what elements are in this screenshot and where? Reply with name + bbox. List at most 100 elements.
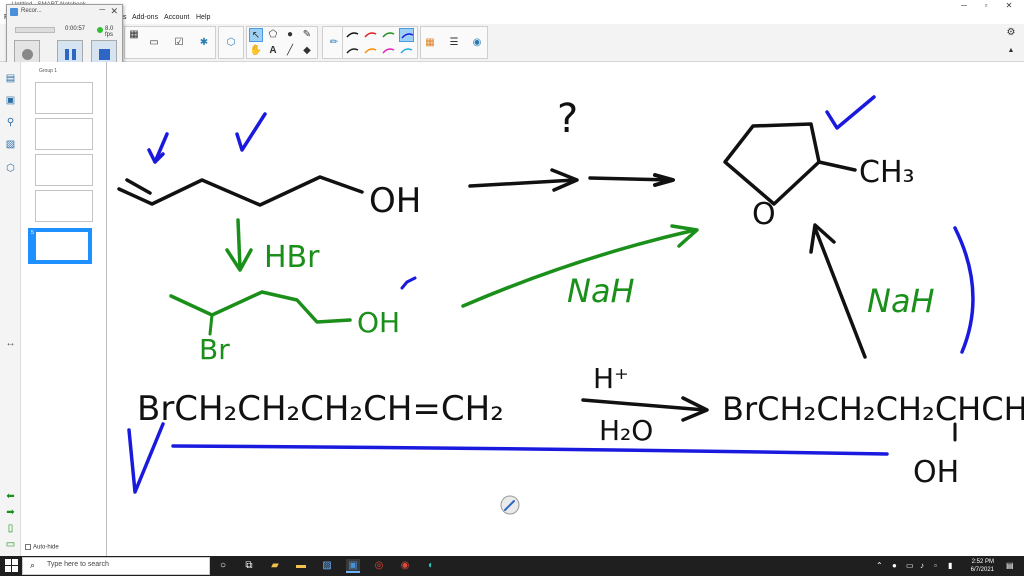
bromo-alcohol-skeletal [169,290,352,324]
task-view-icon[interactable]: ⧉ [242,559,256,573]
recorder-minimize-button[interactable]: ─ [99,5,105,14]
close-button[interactable]: ✕ [999,0,1019,11]
recorder-status-dot [97,27,103,33]
activity-icon[interactable]: ☑ [172,36,186,50]
windows-taskbar: ⌕ Type here to search ○ ⧉ ▰ ▬ ▨ ▣ ◎ ◉ ◐ … [0,556,1024,576]
folder-icon[interactable]: ▬ [294,559,308,573]
page-thumbnail-2[interactable] [35,118,93,150]
pen-orange[interactable] [363,44,378,58]
next-page-icon[interactable]: ➡ [4,506,17,519]
stop-icon [99,49,110,60]
main-toolbar: ▦ ▭ ☑ ✱ ⬡ ↖ ⬠ ● ✎ ✋ A ╱ ◆ ✏ ▦ ☰ ◉ ⚙ ▲ [0,24,1024,62]
menu-tools[interactable]: s [123,12,127,23]
tray-network-icon[interactable]: ▭ [906,561,914,571]
page-sorter-tab-icon[interactable]: ▤ [4,72,17,85]
recorder-volume-bar[interactable] [15,27,55,33]
menu-help[interactable]: Help [196,12,210,23]
title-bar: Untitled - SMART Notebook ─ ▫ ✕ [0,0,1024,11]
line-icon[interactable]: ╱ [283,44,297,58]
chrome-icon[interactable]: ◎ [372,559,386,573]
pen-red[interactable] [363,28,378,42]
pen-dark[interactable] [345,44,360,58]
properties-tab-icon[interactable]: ▧ [4,138,17,151]
page-thumbnail-5[interactable]: 5 [28,228,92,264]
right-bracket-curve [953,226,975,354]
text-icon[interactable]: A [266,44,280,58]
eraser-icon[interactable]: ◆ [300,44,314,58]
fill-effects-icon[interactable]: ◉ [470,36,484,50]
previous-page-icon[interactable]: ⬅ [4,490,17,503]
tray-microphone-icon[interactable]: ● [892,561,897,571]
magic-pen-icon[interactable]: ✎ [300,28,314,42]
pen-magenta[interactable] [381,44,396,58]
toolbar-group-properties: ▦ ☰ ◉ [420,26,488,59]
formula-underline [171,444,889,456]
notifications-icon[interactable]: ▤ [1006,561,1014,571]
tray-battery-icon[interactable]: ▮ [948,561,952,571]
thumbnail-content [38,85,90,111]
pen-green[interactable] [381,28,396,42]
oh-top-label: OH [369,181,421,221]
ring-ch3-label: CH₃ [859,155,915,190]
cortana-icon[interactable]: ○ [216,559,230,573]
attachments-tab-icon[interactable]: ⚲ [4,116,17,129]
taskbar-search-box[interactable]: ⌕ Type here to search [22,557,210,575]
pause-icon [65,49,76,60]
menu-add-ons[interactable]: Add-ons [132,12,158,23]
recorder-close-button[interactable]: ✕ [110,6,118,17]
page-group-label: Group 1 [39,68,58,74]
menu-account[interactable]: Account [164,12,189,23]
add-ons-tab-icon[interactable]: ⬡ [4,162,17,175]
pen-icon[interactable]: ✏ [327,36,341,50]
photos-icon[interactable]: ▨ [320,559,334,573]
hbr-down-arrow [236,218,242,270]
side-tab-rail: ▤ ▣ ⚲ ▧ ⬡ ↔ ⬅ ➡ ▯ ▭ [0,62,21,556]
file-explorer-icon[interactable]: ▰ [268,559,282,573]
whiteboard-drawing[interactable]: OH ? O CH₃ HBr Br OH NaH NaH BrCH₂CH₂CH₂… [107,62,1024,556]
recorder-elapsed-time: 0:00:57 [65,26,86,32]
gallery-tab-icon[interactable]: ▣ [4,94,17,107]
settings-gear-icon[interactable]: ⚙ [1004,26,1018,40]
page-thumbnail-4[interactable] [35,190,93,222]
top-reaction-arrow [468,178,577,188]
page-number: 5 [31,230,34,236]
tray-language-icon[interactable]: ▫ [934,561,937,571]
tray-overflow-icon[interactable]: ⌃ [876,561,883,571]
screen-shade-icon[interactable]: ▭ [147,36,161,50]
math-tools-icon[interactable]: ⬡ [224,36,238,50]
resize-handle-icon[interactable]: ↔ [4,337,17,350]
recorder-fps: 8.0 fps [105,26,114,38]
question-mark: ? [557,96,578,142]
pen-black[interactable] [345,28,360,42]
multi-touch-icon[interactable]: ✋ [249,44,263,58]
shape-select-icon[interactable]: ⬠ [266,28,280,42]
recorder-taskbar-icon[interactable]: ◉ [398,559,412,573]
toolbar-collapse-icon[interactable]: ▲ [1004,44,1018,58]
minimize-button[interactable]: ─ [954,0,974,11]
page-thumbnail-3[interactable] [35,154,93,186]
page-thumbnail-1[interactable] [35,82,93,114]
hbr-label: HBr [264,240,320,275]
add-ons-icon[interactable]: ✱ [197,36,211,50]
smart-notebook-taskbar-icon[interactable]: ▣ [346,559,360,573]
pen-cyan[interactable] [399,44,414,58]
fill-icon[interactable]: ● [283,28,297,42]
windows-start-icon[interactable] [5,559,18,572]
maximize-button[interactable]: ▫ [976,0,996,11]
select-icon[interactable]: ↖ [249,28,263,42]
search-placeholder: Type here to search [47,561,109,568]
recorder-app-icon [10,8,18,16]
add-page-icon[interactable]: ▯ [4,522,17,535]
whiteboard-canvas[interactable]: OH ? O CH₃ HBr Br OH NaH NaH BrCH₂CH₂CH₂… [107,62,1024,556]
clock-time: 2:52 PM [971,559,994,565]
table-icon[interactable]: ▦ [127,28,141,42]
delete-page-icon[interactable]: ▭ [4,538,17,551]
line-style-icon[interactable]: ☰ [447,36,461,50]
autohide-checkbox[interactable]: Auto-hide [25,544,59,551]
tray-volume-icon[interactable]: ♪ [920,561,924,571]
taskbar-clock[interactable]: 2:52 PM 6/7/2021 [971,558,994,574]
pen-blue[interactable] [399,28,414,42]
color-palette-icon[interactable]: ▦ [423,36,437,50]
pen-color-palette [342,26,418,59]
edge-icon[interactable]: ◐ [424,559,438,573]
